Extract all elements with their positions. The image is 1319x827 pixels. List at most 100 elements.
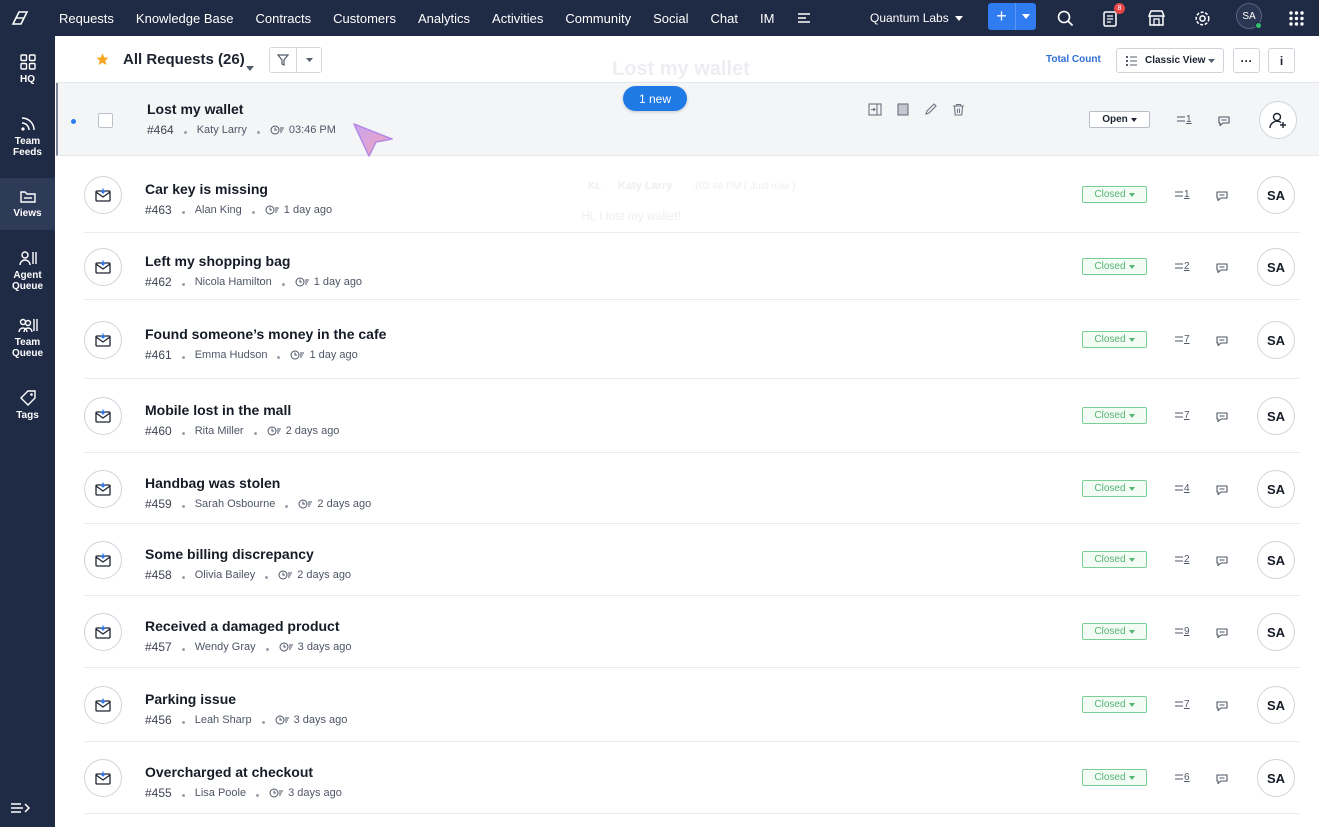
contact-name[interactable]: Nicola Hamilton [195, 276, 272, 288]
ticket-row[interactable]: Car key is missing #463 Alan King 1 day ago… [84, 156, 1300, 233]
more-modules-icon[interactable] [785, 0, 823, 36]
ticket-subject[interactable]: Found someone’s money in the cafe [145, 326, 386, 342]
ticket-subject[interactable]: Lost my wallet [147, 101, 243, 117]
owner-avatar[interactable]: SA [1257, 541, 1295, 579]
comment-icon[interactable] [1215, 772, 1229, 790]
thread-count[interactable]: 7 [1175, 334, 1190, 345]
ticket-subject[interactable]: Handbag was stolen [145, 475, 280, 491]
ticket-subject[interactable]: Mobile lost in the mall [145, 402, 291, 418]
search-icon[interactable] [1053, 6, 1077, 30]
chevron-down-icon[interactable] [246, 58, 254, 76]
contact-name[interactable]: Rita Miller [195, 425, 244, 437]
status-dropdown[interactable]: Closed [1082, 407, 1147, 424]
owner-avatar[interactable]: SA [1257, 613, 1295, 651]
nav-im[interactable]: IM [749, 0, 785, 36]
thread-count[interactable]: 4 [1175, 483, 1190, 494]
ticket-number[interactable]: #463 [145, 203, 172, 217]
note-icon[interactable] [896, 103, 910, 116]
ticket-row[interactable]: Received a damaged product #457 Wendy Gray… [84, 596, 1300, 668]
owner-avatar[interactable]: SA [1257, 321, 1295, 359]
thread-count[interactable]: 1 [1175, 189, 1190, 200]
ticket-number[interactable]: #458 [145, 568, 172, 582]
owner-avatar[interactable]: SA [1257, 470, 1295, 508]
trash-icon[interactable] [952, 103, 965, 116]
view-mode-select[interactable]: Classic View [1116, 48, 1224, 73]
ticket-subject[interactable]: Overcharged at checkout [145, 764, 313, 780]
view-title[interactable]: All Requests (26) [123, 51, 245, 68]
ticket-row[interactable]: Overcharged at checkout #455 Lisa Poole 3 d… [84, 742, 1300, 814]
ticket-row[interactable]: Mobile lost in the mall #460 Rita Miller 2 … [84, 379, 1300, 453]
ticket-subject[interactable]: Car key is missing [145, 181, 268, 197]
comment-icon[interactable] [1215, 189, 1229, 207]
thread-count[interactable]: 7 [1175, 699, 1190, 710]
ticket-subject[interactable]: Parking issue [145, 691, 236, 707]
expand-sidebar-icon[interactable] [10, 801, 32, 819]
thread-count[interactable]: 6 [1175, 772, 1190, 783]
notifications-icon[interactable]: 8 [1098, 3, 1125, 30]
owner-avatar[interactable]: SA [1257, 397, 1295, 435]
status-dropdown[interactable]: Closed [1082, 331, 1147, 348]
contact-name[interactable]: Lisa Poole [195, 787, 246, 799]
contact-name[interactable]: Olivia Bailey [195, 569, 256, 581]
ticket-number[interactable]: #459 [145, 497, 172, 511]
status-dropdown[interactable]: Closed [1082, 186, 1147, 203]
ticket-subject[interactable]: Received a damaged product [145, 618, 340, 634]
status-dropdown[interactable]: Closed [1082, 769, 1147, 786]
thread-count[interactable]: 7 [1175, 410, 1190, 421]
comment-icon[interactable] [1215, 626, 1229, 644]
comment-icon[interactable] [1215, 334, 1229, 352]
chevron-down-icon[interactable] [297, 48, 321, 72]
info-button[interactable]: i [1268, 48, 1295, 73]
ticket-number[interactable]: #455 [145, 786, 172, 800]
ticket-number[interactable]: #462 [145, 275, 172, 289]
ticket-row[interactable]: Handbag was stolen #459 Sarah Osbourne 2 da… [84, 453, 1300, 524]
thread-count[interactable]: 2 [1175, 554, 1190, 565]
ticket-number[interactable]: #461 [145, 348, 172, 362]
comment-icon[interactable] [1215, 699, 1229, 717]
comment-icon[interactable] [1215, 554, 1229, 572]
more-options-button[interactable]: ··· [1233, 48, 1260, 73]
ticket-row[interactable]: Some billing discrepancy #458 Olivia Baile… [84, 524, 1300, 596]
thread-count[interactable]: 9 [1175, 626, 1190, 637]
sidebar-item-team-queue[interactable]: Team Queue [0, 317, 55, 359]
status-dropdown[interactable]: Open [1089, 111, 1150, 128]
ticket-number[interactable]: #464 [147, 123, 174, 137]
ticket-row[interactable]: Parking issue #456 Leah Sharp 3 days ago Clo… [84, 668, 1300, 742]
row-checkbox[interactable] [98, 113, 113, 128]
status-dropdown[interactable]: Closed [1082, 480, 1147, 497]
ticket-row[interactable]: Found someone’s money in the cafe #461 Emm… [84, 300, 1300, 379]
app-grid-icon[interactable] [1284, 6, 1308, 30]
user-avatar[interactable]: SA [1236, 3, 1262, 29]
ticket-row[interactable]: Left my shopping bag #462 Nicola Hamilton 1… [84, 233, 1300, 300]
owner-avatar[interactable]: SA [1257, 686, 1295, 724]
contact-name[interactable]: Leah Sharp [195, 714, 252, 726]
owner-avatar[interactable]: SA [1257, 248, 1295, 286]
ticket-subject[interactable]: Left my shopping bag [145, 253, 290, 269]
total-count-link[interactable]: Total Count [1046, 54, 1101, 65]
status-dropdown[interactable]: Closed [1082, 258, 1147, 275]
comment-icon[interactable] [1217, 114, 1231, 132]
edit-icon[interactable] [924, 103, 938, 116]
contact-name[interactable]: Wendy Gray [195, 641, 256, 653]
status-dropdown[interactable]: Closed [1082, 623, 1147, 640]
ticket-subject[interactable]: Some billing discrepancy [145, 546, 314, 562]
nav-social[interactable]: Social [642, 0, 699, 36]
assign-owner-button[interactable] [1259, 101, 1297, 139]
status-dropdown[interactable]: Closed [1082, 696, 1147, 713]
filter-icon[interactable] [270, 48, 297, 72]
ticket-number[interactable]: #456 [145, 713, 172, 727]
new-tickets-pill[interactable]: 1 new [623, 86, 687, 111]
gear-icon[interactable] [1190, 6, 1214, 30]
status-dropdown[interactable]: Closed [1082, 551, 1147, 568]
contact-name[interactable]: Katy Larry [197, 124, 247, 136]
comment-icon[interactable] [1215, 483, 1229, 501]
thread-count[interactable]: 2 [1175, 261, 1190, 272]
ticket-number[interactable]: #460 [145, 424, 172, 438]
thread-count[interactable]: 1 [1177, 114, 1192, 125]
sidebar-item-agent-queue[interactable]: Agent Queue [0, 250, 55, 292]
sidebar-item-views[interactable]: Views [0, 178, 55, 230]
nav-knowledge-base[interactable]: Knowledge Base [125, 0, 245, 36]
sidebar-item-hq[interactable]: HQ [0, 54, 55, 85]
contact-name[interactable]: Alan King [195, 204, 242, 216]
nav-community[interactable]: Community [554, 0, 642, 36]
